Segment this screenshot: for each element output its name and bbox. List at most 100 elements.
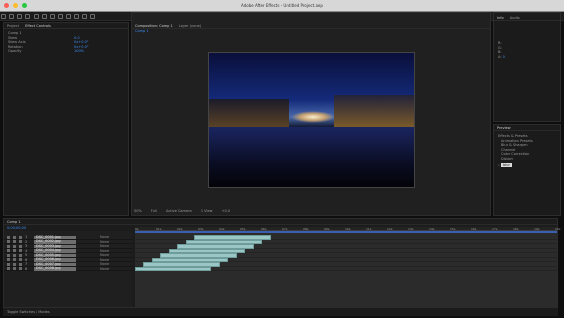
audio-switch-icon[interactable] — [13, 267, 16, 270]
preset-row[interactable]: Distort — [494, 157, 560, 162]
type-tool-icon[interactable] — [74, 14, 80, 19]
layer-number: 4 — [25, 248, 28, 253]
canal-water — [209, 127, 414, 187]
tab-effect-controls[interactable]: Effect Controls — [25, 24, 51, 28]
effect-label: Rotation — [8, 44, 23, 49]
magnification-select[interactable]: 50% — [134, 209, 142, 213]
horizon-glow — [291, 111, 335, 123]
search-icon: ⌕ — [498, 163, 500, 167]
effect-label: Opacity — [8, 49, 22, 53]
pen-tool-icon[interactable] — [66, 14, 71, 19]
shape-tool-icon[interactable] — [57, 14, 63, 19]
tab-composition[interactable]: Composition: Comp 1 — [135, 24, 173, 28]
solo-switch-icon[interactable] — [19, 244, 22, 248]
effects-search-input[interactable]: blur — [501, 163, 512, 167]
track-area[interactable] — [135, 231, 557, 307]
view-layout-select[interactable]: 1 View — [201, 209, 213, 213]
solo-switch-icon[interactable] — [19, 262, 22, 266]
status-bar: Toggle Switches / Modes — [3, 308, 558, 316]
home-icon[interactable] — [1, 14, 6, 19]
rotate-tool-icon[interactable] — [33, 14, 39, 19]
brush-tool-icon[interactable] — [82, 14, 88, 19]
effect-label: Comp 1 — [8, 31, 22, 35]
effects-search[interactable]: ⌕ blur — [494, 163, 560, 168]
timeline-panel: Comp 1 0;00;00;00 0s 01s 02s 03s 04s 05s 06s 07… — [3, 218, 560, 308]
tab-preview[interactable]: Preview — [497, 126, 511, 130]
tab-project[interactable]: Project — [7, 24, 19, 28]
solo-switch-icon[interactable] — [19, 253, 22, 257]
audio-switch-icon[interactable] — [13, 240, 16, 243]
layer-name[interactable]: DSC_0006.jpg — [34, 257, 76, 262]
info-value: 0 — [502, 54, 505, 59]
effect-row[interactable]: Opacity 100% — [4, 49, 128, 54]
info-label: B: — [498, 50, 502, 54]
info-row: A: 0 — [494, 55, 560, 60]
window-title: Adobe After Effects - Untitled Project.a… — [241, 3, 323, 8]
visibility-eye-icon[interactable] — [7, 235, 10, 239]
parent-select[interactable]: None — [100, 267, 109, 272]
timeline-tabs: Comp 1 — [4, 219, 557, 225]
effects-presets-panel: Preview Effects & Presets Animation Pres… — [493, 124, 561, 216]
layer-number: 2 — [25, 239, 28, 244]
timecode[interactable]: 0;00;00;00 — [7, 226, 26, 230]
info-label: A: — [498, 54, 502, 59]
visibility-eye-icon[interactable] — [7, 258, 10, 261]
visibility-eye-icon[interactable] — [7, 253, 10, 257]
breadcrumb[interactable]: Comp 1 — [132, 29, 490, 33]
visibility-eye-icon[interactable] — [7, 240, 10, 243]
work-area-bar[interactable] — [135, 231, 557, 233]
layer-list: 1 DSC_0001.jpg None 2 DSC_0002.jpg None 3 DSC_0… — [4, 231, 132, 307]
layer-number: 3 — [25, 244, 28, 248]
right-bank-buildings — [334, 95, 414, 127]
audio-switch-icon[interactable] — [13, 253, 16, 257]
info-label: G: — [498, 45, 502, 50]
layer-number: 7 — [25, 262, 28, 266]
toggle-switches-modes[interactable]: Toggle Switches / Modes — [7, 310, 50, 314]
camera-select[interactable]: Active Camera — [166, 209, 192, 213]
layer-duration-bar[interactable] — [135, 266, 212, 271]
resolution-select[interactable]: Full — [151, 209, 157, 213]
visibility-eye-icon[interactable] — [7, 249, 10, 252]
solo-switch-icon[interactable] — [19, 240, 22, 243]
layer-number: 5 — [25, 253, 28, 257]
puppet-tool-icon[interactable] — [90, 14, 96, 19]
solo-switch-icon[interactable] — [19, 249, 22, 252]
viewer-controls: 50% Full Active Camera 1 View +0.0 — [134, 209, 238, 213]
solo-switch-icon[interactable] — [19, 235, 22, 239]
visibility-eye-icon[interactable] — [7, 267, 10, 270]
selection-tool-icon[interactable] — [9, 14, 15, 19]
tab-audio[interactable]: Audio — [510, 16, 520, 20]
layer-number: 1 — [25, 235, 28, 239]
composition-image[interactable] — [208, 52, 415, 188]
solo-switch-icon[interactable] — [19, 267, 22, 270]
layer-name[interactable]: DSC_0008.jpg — [34, 266, 76, 271]
audio-switch-icon[interactable] — [13, 262, 16, 266]
layer-row[interactable]: 8 DSC_0008.jpg None — [4, 266, 132, 272]
tab-info[interactable]: Info — [497, 16, 504, 20]
visibility-eye-icon[interactable] — [7, 262, 10, 266]
effect-label: Skew Axis — [8, 40, 26, 44]
audio-switch-icon[interactable] — [13, 244, 16, 248]
audio-switch-icon[interactable] — [13, 235, 16, 239]
hand-tool-icon[interactable] — [17, 14, 23, 19]
info-panel: Info Audio R: G: B: A: 0 — [493, 12, 561, 122]
audio-switch-icon[interactable] — [13, 249, 16, 252]
exposure-field[interactable]: +0.0 — [222, 209, 231, 213]
tab-layer[interactable]: Layer (none) — [179, 24, 201, 28]
audio-switch-icon[interactable] — [13, 258, 16, 261]
pan-behind-tool-icon[interactable] — [49, 14, 55, 19]
zoom-tool-icon[interactable] — [25, 14, 31, 19]
effect-value[interactable]: 100% — [74, 49, 84, 54]
solo-switch-icon[interactable] — [19, 258, 22, 261]
camera-tool-icon[interactable] — [41, 14, 47, 19]
preview-tabs: Preview — [494, 125, 560, 131]
project-tabs: Project Effect Controls — [4, 23, 128, 29]
layer-number: 8 — [25, 266, 28, 271]
tab-timeline-comp[interactable]: Comp 1 — [7, 220, 21, 224]
layer-name[interactable]: DSC_0002.jpg — [34, 239, 76, 244]
info-label: R: — [498, 41, 502, 45]
project-panel: Project Effect Controls Comp 1 Skew 0.0 S… — [3, 22, 129, 216]
visibility-eye-icon[interactable] — [7, 244, 10, 248]
title-bar: Adobe After Effects - Untitled Project.a… — [0, 0, 564, 12]
layer-name[interactable]: DSC_0004.jpg — [34, 248, 76, 253]
